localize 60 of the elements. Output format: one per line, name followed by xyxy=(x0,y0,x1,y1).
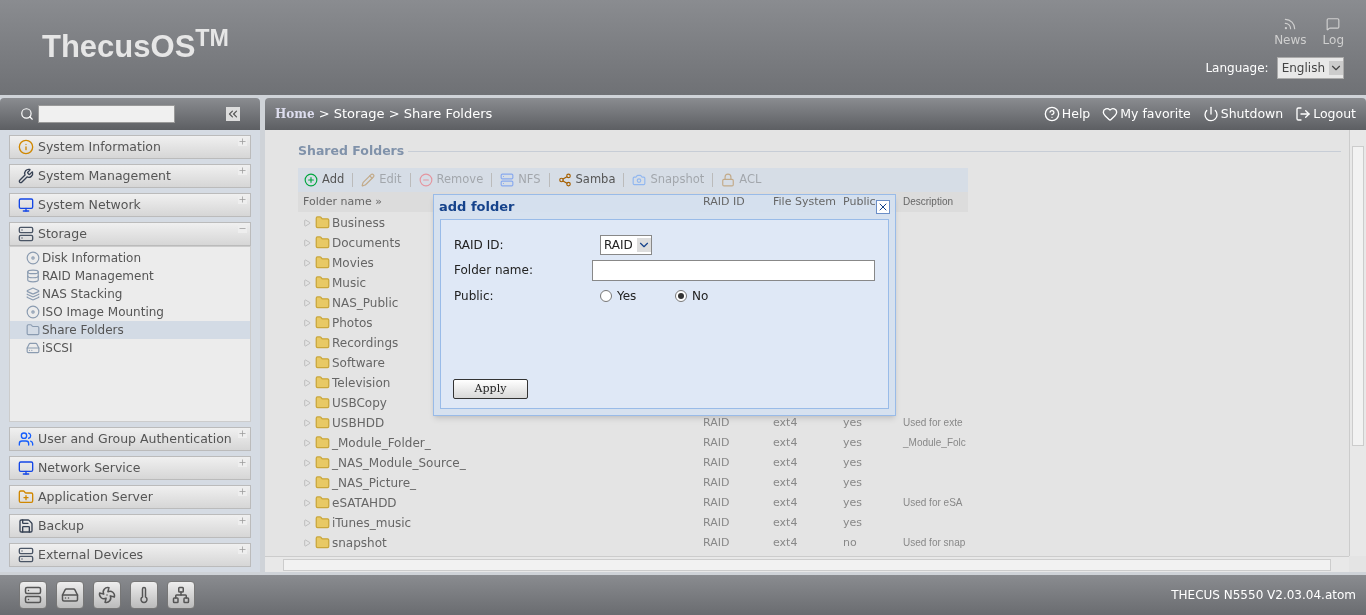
table-cell-text: RAID xyxy=(703,534,731,551)
table-cell-text: RAID xyxy=(703,514,731,531)
folder-name: Software xyxy=(332,354,385,372)
table-cell-text: ext4 xyxy=(773,514,799,531)
language-label: Language: xyxy=(1205,59,1269,77)
folder-name: USBHDD xyxy=(332,414,385,432)
dialog-title: add folder xyxy=(439,198,515,217)
table-cell-text: Used for exte xyxy=(903,416,963,431)
table-cell-text: yes xyxy=(843,414,863,431)
table-cell-text: _Module_Folc xyxy=(903,436,966,451)
folder-name: snapshot xyxy=(332,534,387,552)
group-label: Storage xyxy=(38,224,87,243)
table-cell-text: ext4 xyxy=(773,494,799,511)
table-cell-text: RAID xyxy=(703,474,731,491)
group-label: System Network xyxy=(38,195,141,214)
table-cell-text: yes xyxy=(843,514,863,531)
table-cell-text: Used for snap xyxy=(903,536,966,551)
group-label: System Information xyxy=(38,137,161,156)
folder-name: NAS_Public xyxy=(332,294,399,312)
table-cell-text: RAID xyxy=(703,454,731,471)
table-cell-text: yes xyxy=(843,474,863,491)
field-label: Public: xyxy=(454,288,495,305)
group-label: System Management xyxy=(38,166,171,185)
folder-name: Photos xyxy=(332,314,373,332)
folder-name: Movies xyxy=(332,254,374,272)
field-label: RAID ID: xyxy=(454,237,505,254)
group-label: Backup xyxy=(38,516,84,535)
folder-name: Recordings xyxy=(332,334,399,352)
folder-name: USBCopy xyxy=(332,394,387,412)
folder-name: _NAS_Module_Source_ xyxy=(332,454,466,472)
table-cell-text: Used for eSA xyxy=(903,496,963,511)
folder-name: Television xyxy=(332,374,391,392)
folder-name: Documents xyxy=(332,234,401,252)
table-cell-text: RAID xyxy=(703,414,731,431)
group-label: External Devices xyxy=(38,545,144,564)
logo: ThecusOS$^{TM}$ xyxy=(42,24,229,67)
folder-name: iTunes_music xyxy=(332,514,412,532)
table-cell-text: yes xyxy=(843,454,863,471)
table-cell-text: RAID xyxy=(703,434,731,451)
folder-name: Business xyxy=(332,214,385,232)
breadcrumb: > Storage > Share Folders xyxy=(318,105,493,124)
section-title: Shared Folders xyxy=(298,142,405,160)
table-cell-text: ext4 xyxy=(773,454,799,471)
folder-name: Music xyxy=(332,274,367,292)
version-text: THECUS N5550 V2.03.04.atom xyxy=(1171,587,1356,604)
folder-name: eSATAHDD xyxy=(332,494,397,512)
table-cell-text: no xyxy=(843,534,858,551)
table-cell-text: ext4 xyxy=(773,534,799,551)
table-cell-text: ext4 xyxy=(773,414,799,431)
folder-name: _NAS_Picture_ xyxy=(332,474,417,492)
table-cell-text: ext4 xyxy=(773,474,799,491)
table-cell-text: RAID xyxy=(703,494,731,511)
group-label: User and Group Authentication xyxy=(38,429,232,448)
group-label: Network Service xyxy=(38,458,141,477)
table-cell-text: ext4 xyxy=(773,434,799,451)
group-label: Application Server xyxy=(38,487,153,506)
folder-name: _Module_Folder_ xyxy=(332,434,431,452)
table-cell-text: yes xyxy=(843,434,863,451)
field-label: Folder name: xyxy=(454,262,534,279)
table-cell-text: yes xyxy=(843,494,863,511)
